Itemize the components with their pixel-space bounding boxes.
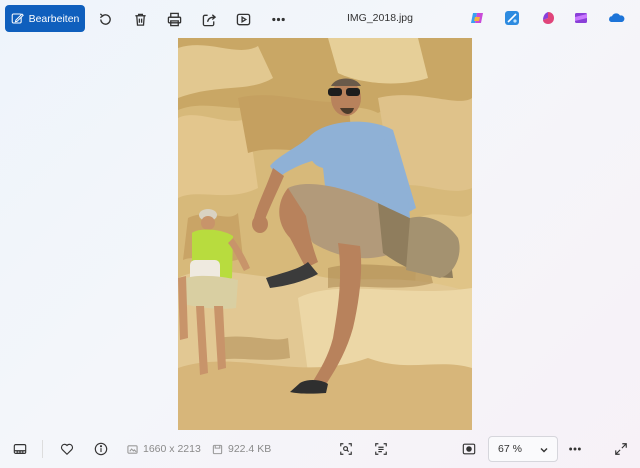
edit-button-label: Bearbeiten — [28, 12, 80, 25]
photo — [178, 38, 472, 430]
edit-button[interactable]: Bearbeiten — [5, 5, 85, 32]
share-button[interactable] — [199, 9, 219, 29]
bottom-toolbar: 1660 x 2213 922.4 KB 67 % — [0, 430, 640, 468]
expand-icon — [615, 443, 627, 455]
visual-search-button[interactable] — [337, 440, 355, 458]
file-title: IMG_2018.jpg — [347, 12, 413, 24]
filmstrip-icon — [13, 444, 27, 454]
share-icon — [202, 13, 216, 26]
clipchamp-icon[interactable] — [541, 11, 555, 25]
filmstrip-button[interactable] — [11, 440, 29, 458]
file-size-text: 922.4 KB — [228, 443, 272, 455]
more-options-button[interactable] — [268, 9, 288, 29]
onedrive-icon[interactable] — [608, 11, 625, 25]
heart-icon — [60, 443, 74, 456]
rotate-icon — [99, 12, 111, 25]
zoom-value: 67 % — [498, 443, 522, 455]
dimensions-text: 1660 x 2213 — [143, 443, 201, 455]
copilot-icon[interactable] — [470, 11, 484, 25]
zoom-dropdown[interactable]: 67 % — [488, 436, 558, 462]
photo-editor-icon[interactable] — [505, 11, 519, 25]
image-dimensions: 1660 x 2213 — [127, 443, 201, 455]
delete-button[interactable] — [130, 9, 150, 29]
delete-icon — [134, 13, 146, 26]
slideshow-icon — [236, 13, 250, 25]
storage-icon — [212, 444, 223, 454]
favorite-button[interactable] — [58, 440, 76, 458]
file-size: 922.4 KB — [212, 443, 271, 455]
print-icon — [167, 12, 181, 26]
image-size-icon — [127, 444, 138, 454]
divider — [42, 440, 43, 458]
slideshow-button[interactable] — [233, 9, 253, 29]
visual-search-icon — [340, 443, 352, 455]
info-icon — [94, 442, 108, 456]
photo-viewer-image[interactable] — [178, 38, 472, 430]
edit-icon — [11, 13, 24, 24]
info-button[interactable] — [92, 440, 110, 458]
more-icon — [271, 17, 285, 21]
text-scan-icon — [375, 443, 387, 455]
chevron-down-icon — [540, 448, 548, 453]
more-options-bottom-button[interactable] — [566, 440, 584, 458]
rotate-button[interactable] — [95, 9, 115, 29]
fit-to-window-button[interactable] — [460, 440, 478, 458]
designer-icon[interactable] — [574, 11, 588, 25]
fit-window-icon — [462, 443, 476, 455]
top-toolbar: Bearbeiten IMG_2018.jpg — [0, 0, 640, 38]
more-icon — [569, 447, 581, 451]
fullscreen-button[interactable] — [612, 440, 630, 458]
print-button[interactable] — [164, 9, 184, 29]
text-scan-button[interactable] — [372, 440, 390, 458]
